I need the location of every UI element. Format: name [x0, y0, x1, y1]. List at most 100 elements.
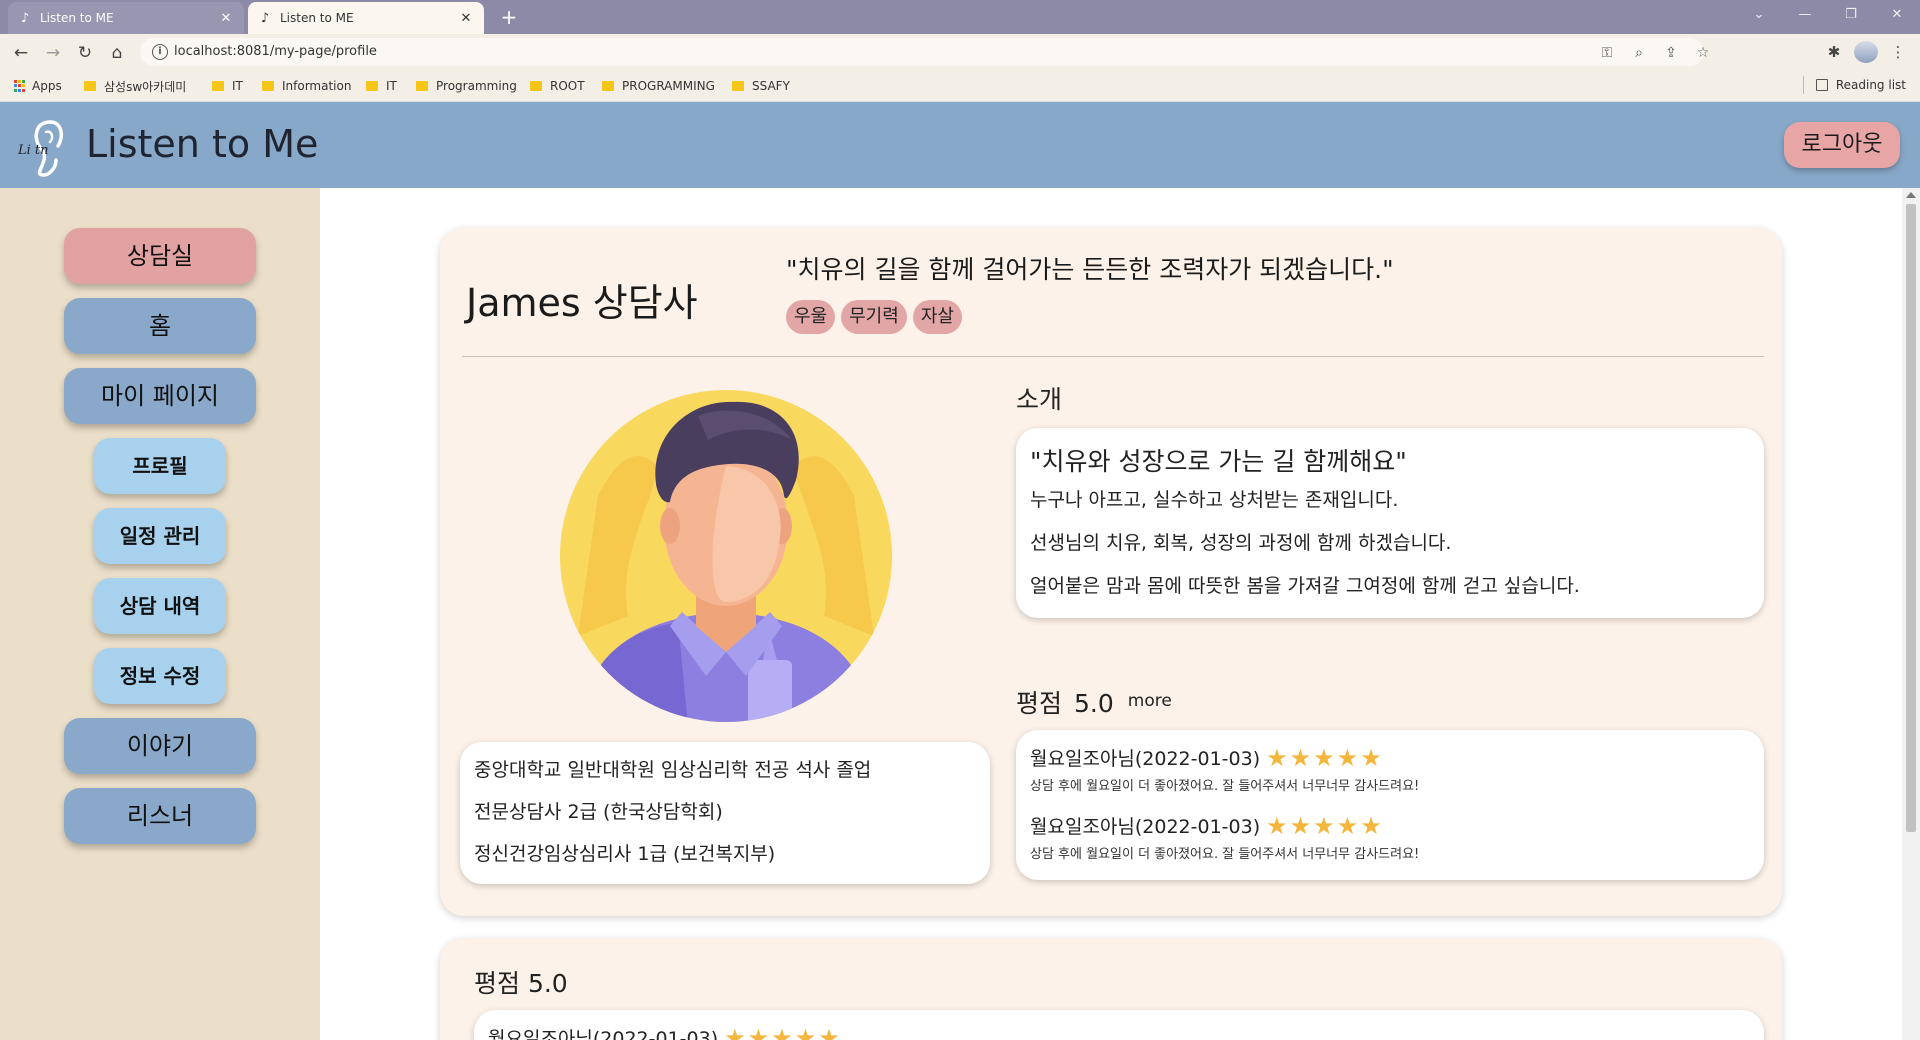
star-icon: ★ [818, 1023, 840, 1040]
home-icon[interactable]: ⌂ [104, 40, 130, 66]
reading-list[interactable]: Reading list [1802, 76, 1906, 94]
bookmark-folder[interactable]: PROGRAMMING [602, 76, 715, 96]
sidebar-item-home[interactable]: 홈 [64, 298, 256, 354]
folder-icon [732, 81, 744, 91]
tag-suicide[interactable]: 자살 [912, 300, 962, 334]
browser-profile-avatar[interactable] [1854, 41, 1878, 63]
restore-icon[interactable]: ❐ [1828, 0, 1874, 30]
review-author: 월요일조아님(2022-01-03) [488, 1028, 719, 1040]
address-bar[interactable]: i localhost:8081/my-page/profile ⚿ ⌕ ⇪ ☆ [140, 38, 1709, 66]
counselor-motto: "치유의 길을 함께 걸어가는 든든한 조력자가 되겠습니다." [786, 255, 1394, 284]
star-icon: ★ [1313, 743, 1335, 772]
bookmark-apps[interactable]: Apps [14, 76, 62, 96]
review-author: 월요일조아님(2022-01-03) [1030, 748, 1261, 770]
bookmark-folder[interactable]: 삼성sw아카데미 [84, 76, 186, 96]
reload-icon[interactable]: ↻ [72, 40, 98, 66]
scroll-up-icon[interactable] [1906, 192, 1916, 198]
sidebar-item-stories[interactable]: 이야기 [64, 718, 256, 774]
folder-icon [212, 81, 224, 91]
bookmark-label: IT [386, 79, 397, 93]
back-icon[interactable]: ← [8, 40, 34, 66]
folder-icon [262, 81, 274, 91]
tab-close-icon[interactable]: ✕ [218, 11, 234, 26]
star-icon: ★ [747, 1023, 770, 1040]
bookmark-label: ROOT [550, 79, 585, 93]
star-icon: ★ [1266, 743, 1288, 772]
ear-logo-icon[interactable]: Li tn [16, 112, 78, 180]
sidebar-item-profile[interactable]: 프로필 [94, 438, 226, 494]
intro-headline: "치유와 성장으로 가는 길 함께해요" [1030, 447, 1407, 476]
zoom-icon[interactable]: ⌕ [1628, 43, 1650, 63]
tab-search-icon[interactable]: ⌄ [1736, 0, 1782, 30]
address-url[interactable]: localhost:8081/my-page/profile [174, 44, 377, 59]
forward-icon[interactable]: → [40, 40, 66, 66]
share-icon[interactable]: ⇪ [1660, 43, 1682, 63]
site-info-icon[interactable]: i [152, 44, 168, 60]
star-icon: ★ [1266, 811, 1288, 840]
minimize-icon[interactable]: — [1782, 0, 1828, 30]
star-icon: ★ [1313, 811, 1335, 840]
logout-button[interactable]: 로그아웃 [1784, 122, 1900, 168]
bookmark-folder[interactable]: Programming [416, 76, 517, 96]
folder-icon [602, 81, 614, 91]
review-text: 상담 후에 월요일이 더 좋아졌어요. 잘 들어주셔서 너무너무 감사드려요! [1030, 779, 1420, 794]
folder-icon [530, 81, 542, 91]
sidebar-item-schedule[interactable]: 일정 관리 [94, 508, 226, 564]
rating-label: 평점 [1016, 689, 1063, 718]
rating-section-card: 평점 5.0 월요일조아님(2022-01-03) ★ ★ ★ ★ ★ [440, 938, 1782, 1040]
tab-close-icon[interactable]: ✕ [458, 11, 474, 26]
credentials-box: 중앙대학교 일반대학원 임상심리학 전공 석사 졸업 전문상담사 2급 (한국상… [460, 742, 990, 884]
bookmark-folder[interactable]: SSAFY [732, 76, 790, 96]
reading-list-label: Reading list [1835, 78, 1906, 92]
tab-title: Listen to ME [280, 11, 354, 25]
bookmark-folder[interactable]: Information [262, 76, 351, 96]
tag-lethargy[interactable]: 무기력 [841, 300, 907, 334]
app-title[interactable]: Listen to Me [86, 122, 318, 166]
star-icon: ★ [794, 1023, 817, 1040]
star-icon: ★ [1289, 811, 1312, 840]
bookmark-folder[interactable]: IT [366, 76, 397, 96]
profile-card: James 상담사 "치유의 길을 함께 걸어가는 든든한 조력자가 되겠습니다… [440, 228, 1782, 916]
credential-item: 정신건강임상심리사 1급 (보건복지부) [474, 843, 776, 865]
folder-icon [416, 81, 428, 91]
star-icon: ★ [771, 1023, 793, 1040]
page-scrollbar[interactable] [1902, 188, 1920, 1040]
reviews-box: 월요일조아님(2022-01-03) ★ ★ ★ ★ ★ 상담 후에 월요일이 더 좋아… [1016, 730, 1764, 880]
review-item: 월요일조아님(2022-01-03) ★ ★ ★ ★ ★ 상담 후에 월요일이 더 좋아… [1030, 812, 1764, 880]
sidebar-item-listeners[interactable]: 리스너 [64, 788, 256, 844]
extensions-icon[interactable]: ✱ [1822, 42, 1846, 62]
browser-tab-2[interactable]: ♪ Listen to ME ✕ [248, 2, 484, 34]
tab-title: Listen to ME [40, 11, 114, 25]
folder-icon [366, 81, 378, 91]
scrollbar-thumb[interactable] [1906, 204, 1916, 832]
bookmark-folder[interactable]: IT [212, 76, 243, 96]
bookmark-label: PROGRAMMING [622, 79, 715, 93]
specialty-tags: 우울 무기력 자살 [786, 300, 962, 334]
bookmark-star-icon[interactable]: ☆ [1692, 43, 1714, 63]
sidebar-item-edit-info[interactable]: 정보 수정 [94, 648, 226, 704]
browser-tab-1[interactable]: ♪ Listen to ME ✕ [8, 2, 244, 34]
new-tab-icon[interactable]: + [496, 4, 522, 30]
sidebar-item-counseling-history[interactable]: 상담 내역 [94, 578, 226, 634]
logo-text: Li tn [17, 143, 49, 158]
bookmark-label: Apps [32, 79, 62, 93]
rating-score: 5.0 [1074, 689, 1114, 718]
bookmark-label: SSAFY [752, 79, 790, 93]
review-text: 상담 후에 월요일이 더 좋아졌어요. 잘 들어주셔서 너무너무 감사드려요! [1030, 847, 1420, 862]
sidebar-item-counseling-room[interactable]: 상담실 [64, 228, 256, 284]
intro-line: 선생님의 치유, 회복, 성장의 과정에 함께 하겠습니다. [1030, 532, 1452, 554]
star-icon: ★ [1360, 743, 1382, 772]
menu-icon[interactable]: ⋮ [1886, 42, 1910, 62]
ear-favicon-icon: ♪ [260, 10, 270, 26]
tag-depression[interactable]: 우울 [786, 300, 836, 334]
sidebar: 상담실 홈 마이 페이지 프로필 일정 관리 상담 내역 정보 수정 이야기 리… [0, 188, 320, 1040]
header-divider [462, 356, 1764, 357]
credential-item: 전문상담사 2급 (한국상담학회) [474, 801, 723, 823]
close-window-icon[interactable]: ✕ [1874, 0, 1920, 30]
bookmark-folder[interactable]: ROOT [530, 76, 585, 96]
more-reviews-link[interactable]: more [1128, 691, 1172, 711]
key-icon[interactable]: ⚿ [1596, 43, 1618, 63]
review-author: 월요일조아님(2022-01-03) [1030, 816, 1261, 838]
sidebar-item-my-page[interactable]: 마이 페이지 [64, 368, 256, 424]
bookmark-label: Information [282, 79, 352, 93]
